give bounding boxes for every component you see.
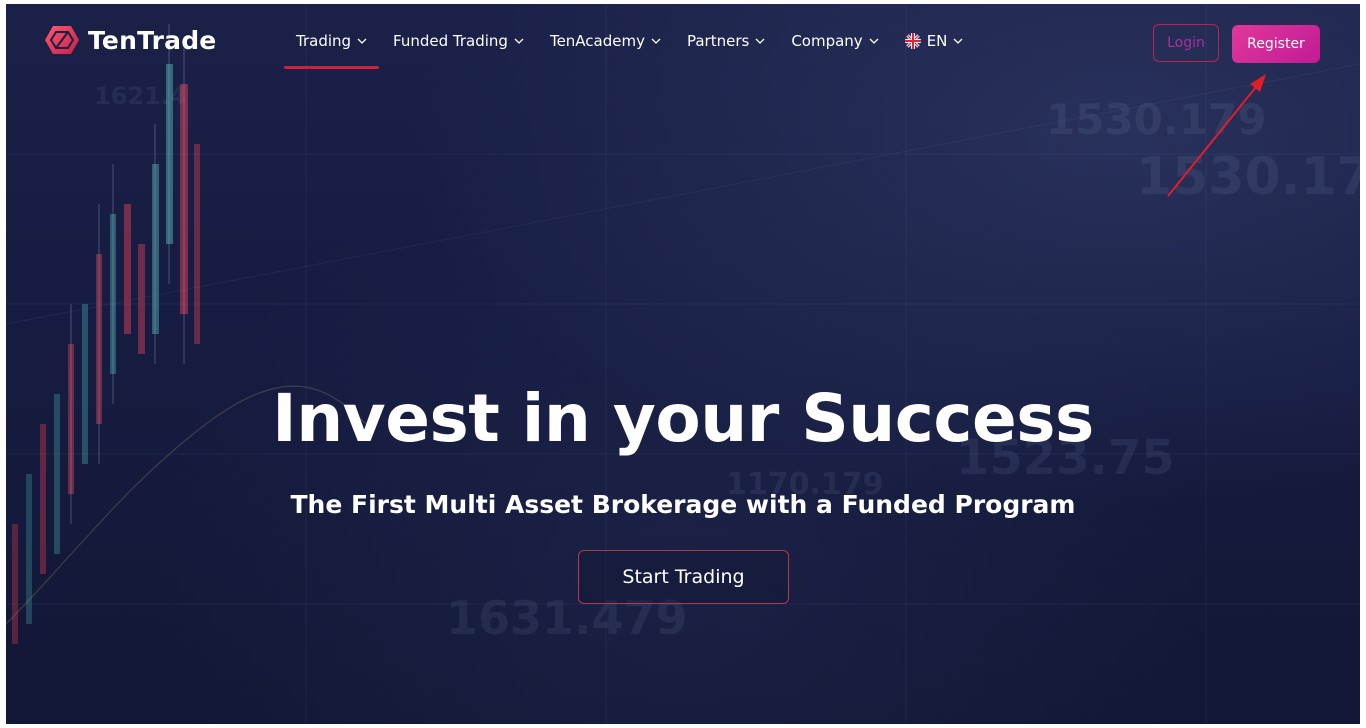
chevron-down-icon — [953, 38, 963, 44]
chevron-down-icon — [651, 38, 661, 44]
register-button[interactable]: Register — [1232, 25, 1320, 63]
site-header: TenTrade Trading Funded Trading TenAcade… — [6, 4, 1360, 84]
annotation-arrow-icon — [1167, 74, 1266, 197]
logo[interactable]: TenTrade — [44, 24, 216, 56]
logo-hexagon-icon — [45, 26, 79, 54]
hero-title: Invest in your Success — [272, 380, 1094, 457]
nav-item-label: Partners — [686, 32, 750, 50]
page-frame: 1530.179 1530.179 1523.75 1631.479 1170.… — [6, 4, 1360, 724]
chevron-down-icon — [755, 38, 765, 44]
nav-item-label: TenAcademy — [549, 32, 645, 50]
nav-item-label: Funded Trading — [393, 32, 508, 50]
uk-flag-icon — [904, 33, 921, 49]
chevron-down-icon — [869, 38, 879, 44]
nav-item-funded-trading[interactable]: Funded Trading — [393, 32, 524, 50]
svg-text:1621.4: 1621.4 — [94, 82, 187, 110]
chevron-down-icon — [514, 38, 524, 44]
nav-item-company[interactable]: Company — [791, 32, 879, 50]
language-selector[interactable]: EN — [904, 32, 964, 50]
start-trading-button[interactable]: Start Trading — [578, 550, 789, 604]
hero-subtitle: The First Multi Asset Brokerage with a F… — [290, 490, 1076, 519]
logo-text: TenTrade — [88, 25, 217, 55]
language-label: EN — [926, 32, 948, 50]
nav-item-trading[interactable]: Trading — [283, 32, 380, 69]
main-nav: Trading Funded Trading TenAcademy Partne… — [283, 32, 989, 69]
nav-item-tenacademy[interactable]: TenAcademy — [550, 32, 661, 50]
chevron-down-icon — [357, 38, 367, 44]
candles — [12, 24, 200, 644]
nav-item-partners[interactable]: Partners — [687, 32, 765, 50]
nav-item-label: Company — [791, 32, 863, 50]
nav-item-label: Trading — [296, 32, 352, 50]
login-button[interactable]: Login — [1153, 24, 1219, 62]
